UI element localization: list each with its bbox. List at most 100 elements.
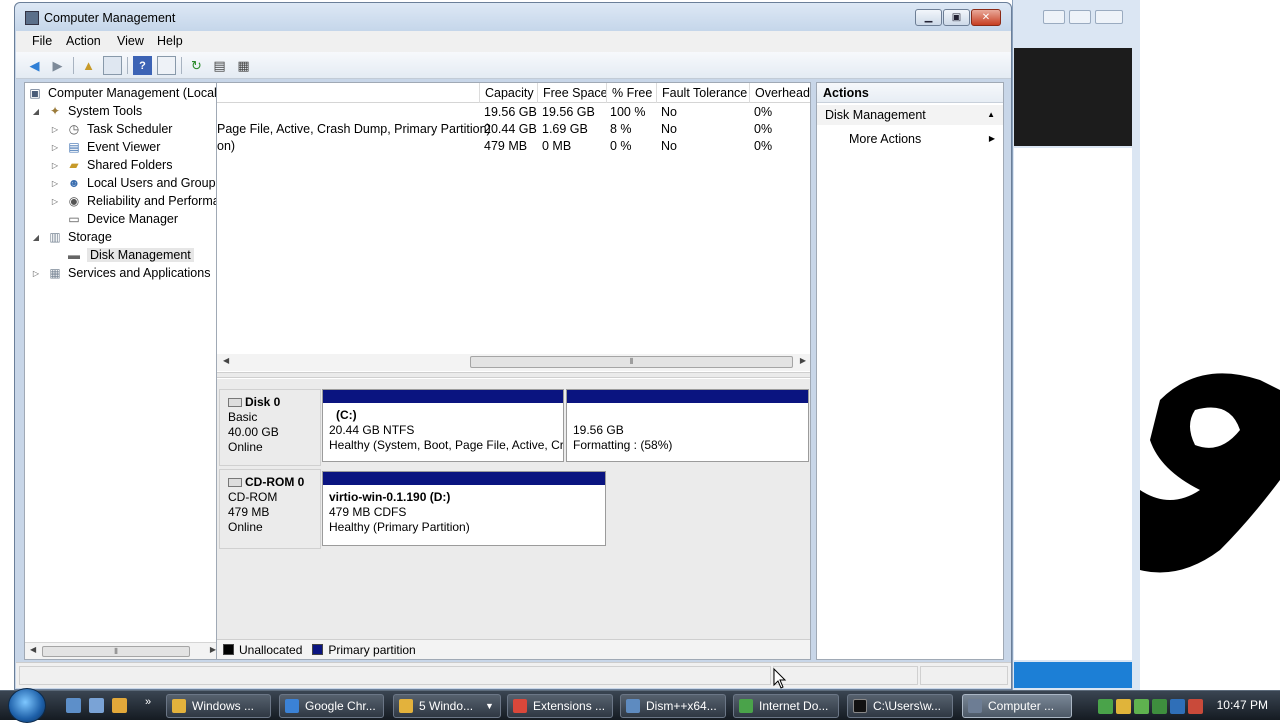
taskbar-item-5-windows[interactable]: 5 Windo... ▼ [393, 694, 501, 718]
close-button[interactable]: ✕ [971, 9, 1001, 26]
volume-capacity: 479 MB [484, 139, 528, 153]
column-free-space[interactable]: Free Space [537, 83, 608, 103]
partition-status: Formatting : (58%) [573, 438, 673, 452]
expand-icon[interactable]: ▷ [50, 143, 60, 152]
expand-icon[interactable]: ▷ [31, 269, 41, 278]
volume-percent-free: 0 % [610, 139, 632, 153]
tree-item-label: Reliability and Performa [87, 194, 220, 208]
expand-icon[interactable]: ▷ [50, 125, 60, 134]
menu-file[interactable]: File [32, 34, 52, 48]
status-cell [773, 666, 918, 685]
taskbar-item-computer-management[interactable]: Computer ... [962, 694, 1072, 718]
bg-close-button[interactable] [1095, 10, 1123, 24]
volume-free-space: 0 MB [542, 139, 572, 153]
volume-row[interactable]: 19.56 GB 19.56 GB 100 % No 0% [217, 104, 810, 121]
command-prompt-icon [853, 699, 867, 713]
group-dropdown-icon[interactable]: ▼ [485, 701, 494, 711]
disk-properties-icon[interactable]: ▦ [234, 56, 253, 75]
taskbar-item-label: Windows ... [192, 699, 255, 713]
back-arrow-icon[interactable]: ◀ [25, 56, 44, 75]
show-hide-tree-icon[interactable] [103, 56, 122, 75]
background-white-panel [1014, 148, 1132, 660]
security-shield-icon[interactable] [1116, 698, 1131, 714]
scroll-left-icon[interactable]: ◀ [223, 356, 229, 365]
collapse-icon[interactable]: ◢ [31, 107, 41, 116]
menu-view[interactable]: View [117, 34, 144, 48]
more-actions-item[interactable]: More Actions ▶ [817, 129, 1003, 149]
tools-icon: ✦ [49, 104, 61, 118]
taskbar-item-internet-download[interactable]: Internet Do... [733, 694, 839, 718]
forward-arrow-icon[interactable]: ▶ [48, 56, 67, 75]
partition-d[interactable]: virtio-win-0.1.190 (D:) 479 MB CDFS Heal… [322, 471, 606, 546]
tree-item-task-scheduler[interactable]: ▷ ◷ Task Scheduler [50, 120, 173, 138]
partition-status: Healthy (System, Boot, Page File, Active… [329, 438, 563, 452]
tree-item-shared-folders[interactable]: ▷ ▰ Shared Folders [50, 156, 173, 174]
partition-status: Healthy (Primary Partition) [329, 520, 470, 534]
volume-muted-icon[interactable] [1188, 698, 1203, 714]
tree-item-root[interactable]: ▣ Computer Management (Local [27, 84, 217, 102]
volume-row[interactable]: Page File, Active, Crash Dump, Primary P… [217, 121, 810, 138]
menu-help[interactable]: Help [157, 34, 183, 48]
show-desktop-icon[interactable] [66, 698, 81, 713]
collapse-icon[interactable]: ◢ [31, 233, 41, 242]
disk-0-label[interactable]: Disk 0 Basic 40.00 GB Online [219, 389, 321, 466]
pane-splitter[interactable] [217, 372, 810, 378]
maximize-button[interactable]: ▣ [943, 9, 970, 26]
tree-item-event-viewer[interactable]: ▷ ▤ Event Viewer [50, 138, 161, 156]
action-center-icon[interactable] [1170, 698, 1185, 714]
expand-icon[interactable]: ▷ [50, 197, 60, 206]
volume-row[interactable]: on) 479 MB 0 MB 0 % No 0% [217, 138, 810, 155]
scroll-left-icon[interactable]: ◀ [30, 645, 36, 654]
expand-icon[interactable]: ▷ [50, 179, 60, 188]
taskbar-item-dism[interactable]: Dism++x64... [620, 694, 726, 718]
column-percent-free[interactable]: % Free [606, 83, 656, 103]
tree-item-services[interactable]: ▷ ▦ Services and Applications [31, 264, 211, 282]
column-fault-tolerance[interactable]: Fault Tolerance [656, 83, 749, 103]
collapse-up-icon[interactable]: ▲ [987, 105, 995, 125]
show-hide-action-pane-icon[interactable] [157, 56, 176, 75]
scrollbar-thumb[interactable]: ⦀ [470, 356, 793, 368]
window-title: Computer Management [44, 11, 176, 25]
tree-item-reliability[interactable]: ▷ ◉ Reliability and Performa [50, 192, 220, 210]
actions-section-disk-management[interactable]: Disk Management ▲ [817, 105, 1003, 125]
title-bar[interactable]: Computer Management ▁ ▣ ✕ [15, 3, 1011, 31]
menu-action[interactable]: Action [66, 34, 101, 48]
refresh-icon[interactable]: ↻ [187, 56, 206, 75]
tree-horizontal-scrollbar[interactable]: ◀ ⦀ ▶ [25, 642, 221, 659]
computer-management-icon [25, 11, 39, 25]
partition-c[interactable]: (C:) 20.44 GB NTFS Healthy (System, Boot… [322, 389, 564, 462]
scrollbar-thumb[interactable]: ⦀ [42, 646, 190, 657]
taskbar-item-chrome[interactable]: Google Chr... [279, 694, 384, 718]
cdrom-0-label[interactable]: CD-ROM 0 CD-ROM 479 MB Online [219, 469, 321, 549]
minimize-button[interactable]: ▁ [915, 9, 942, 26]
scroll-right-icon[interactable]: ▶ [800, 356, 806, 365]
volume-list-horizontal-scrollbar[interactable]: ◀ ⦀ ▶ [217, 354, 810, 371]
network-activity-icon[interactable] [1098, 698, 1113, 714]
column-capacity[interactable]: Capacity [479, 83, 537, 103]
download-manager-icon[interactable] [1152, 698, 1167, 714]
column-overhead[interactable]: Overhead [749, 83, 811, 103]
bg-maximize-button[interactable] [1069, 10, 1091, 24]
folder-icon [172, 699, 186, 713]
media-player-icon[interactable] [112, 698, 127, 713]
taskbar-item-extensions[interactable]: Extensions ... [507, 694, 613, 718]
tree-item-local-users[interactable]: ▷ ☻ Local Users and Groups [50, 174, 221, 192]
tree-item-storage[interactable]: ◢ ▥ Storage [31, 228, 112, 246]
help-icon[interactable]: ? [133, 56, 152, 75]
taskbar-item-cmd[interactable]: C:\Users\w... [847, 694, 953, 718]
partition-formatting[interactable]: 19.56 GB Formatting : (58%) [566, 389, 809, 462]
start-button[interactable] [8, 688, 46, 723]
quicklaunch-overflow-icon[interactable]: » [145, 696, 151, 708]
properties-icon[interactable]: ▤ [210, 56, 229, 75]
tree-item-system-tools[interactable]: ◢ ✦ System Tools [31, 102, 142, 120]
switch-windows-icon[interactable] [89, 698, 104, 713]
update-icon[interactable] [1134, 698, 1149, 714]
clock-icon: ◷ [68, 122, 80, 136]
expand-icon[interactable]: ▷ [50, 161, 60, 170]
clock[interactable]: 10:47 PM [1217, 698, 1268, 712]
tree-item-device-manager[interactable]: ▭ Device Manager [66, 210, 178, 228]
tree-item-disk-management[interactable]: ▬ Disk Management [66, 246, 194, 264]
taskbar-item-windows[interactable]: Windows ... [166, 694, 271, 718]
up-folder-icon[interactable]: ▲ [79, 56, 98, 75]
bg-minimize-button[interactable] [1043, 10, 1065, 24]
